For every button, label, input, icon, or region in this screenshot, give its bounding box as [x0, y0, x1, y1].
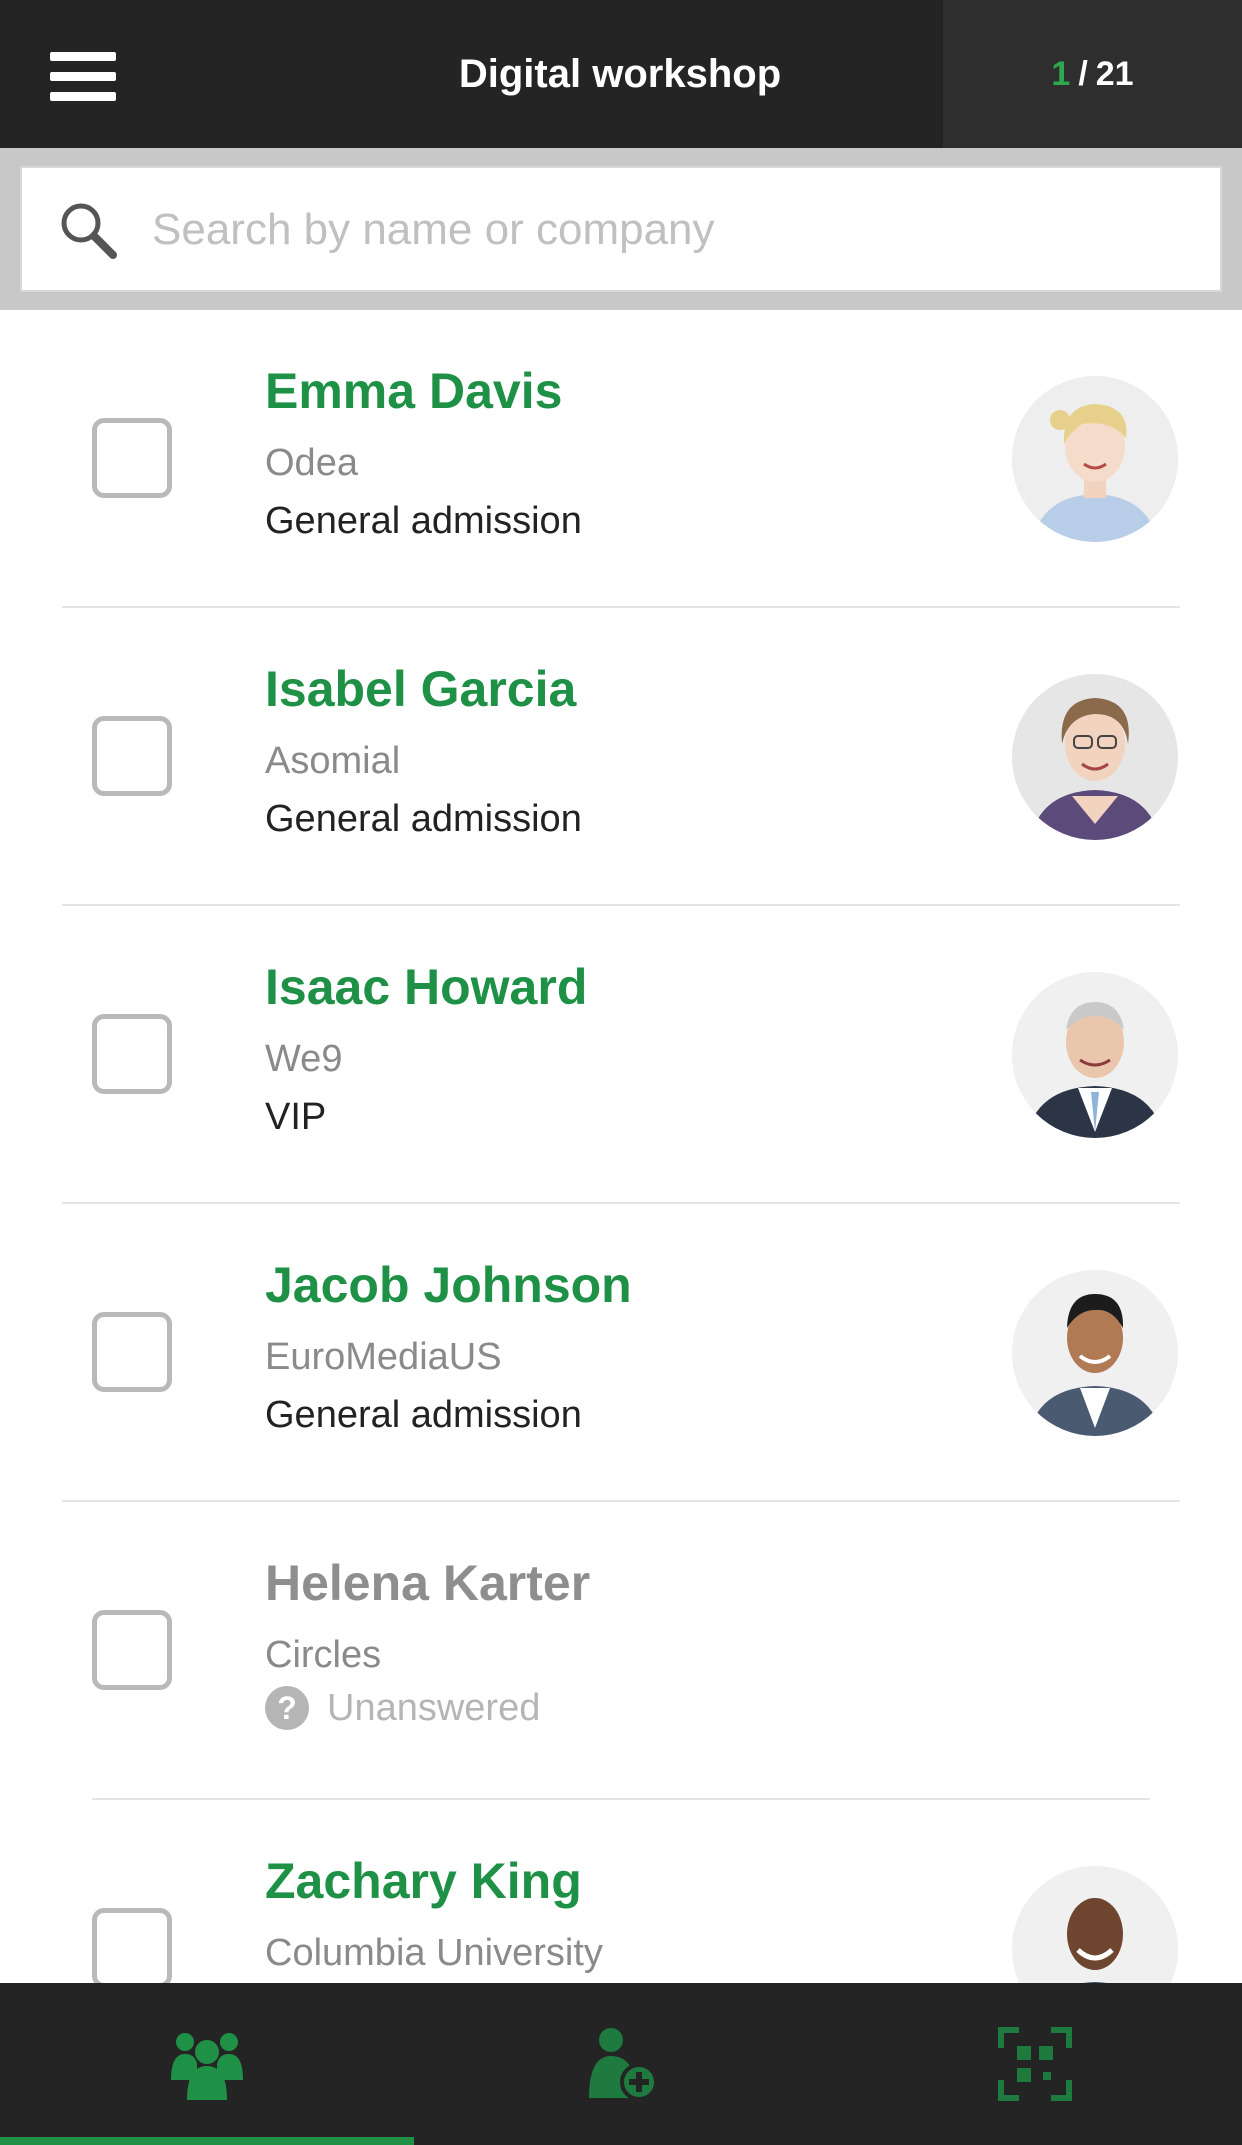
- checkin-checkbox[interactable]: [92, 1014, 172, 1094]
- counter-total: 21: [1095, 54, 1134, 93]
- checkin-checkbox[interactable]: [92, 1908, 172, 1983]
- nav-add-attendee[interactable]: [414, 1983, 828, 2145]
- woman-blonde-avatar: [1012, 376, 1178, 542]
- man-smiling-avatar: [1012, 1866, 1178, 1983]
- search-box: [20, 166, 1222, 292]
- counter-current: 1: [1051, 54, 1071, 93]
- attendee-ticket-type: General admission: [265, 500, 582, 542]
- top-bar: Digital workshop 1 / 21: [0, 0, 1242, 148]
- search-icon: [61, 203, 117, 259]
- woman-glasses-avatar: [1012, 674, 1178, 840]
- attendee-company: We9: [265, 1038, 343, 1080]
- attendee-row[interactable]: Jacob Johnson EuroMediaUS General admiss…: [0, 1204, 1242, 1502]
- search-bar: [0, 148, 1242, 310]
- man-gray-suit-avatar: [1012, 972, 1178, 1138]
- attendee-company: Columbia University: [265, 1932, 603, 1974]
- attendee-ticket-type: General admission: [265, 1394, 582, 1436]
- search-input[interactable]: [152, 190, 1192, 270]
- bottom-navigation: [0, 1983, 1242, 2145]
- attendee-ticket-type: VIP: [265, 1096, 327, 1138]
- attendee-company: Odea: [265, 442, 358, 484]
- checkin-checkbox[interactable]: [92, 1312, 172, 1392]
- attendee-company: EuroMediaUS: [265, 1336, 502, 1378]
- page-title: Digital workshop: [458, 52, 782, 96]
- attendee-ticket-status: ? Unanswered: [265, 1686, 540, 1730]
- attendee-name: Zachary King: [265, 1853, 582, 1909]
- attendees-icon: [171, 2033, 243, 2100]
- counter-separator: /: [1078, 54, 1088, 93]
- attendee-row[interactable]: Zachary King Columbia University: [0, 1800, 1242, 1983]
- checkin-checkbox[interactable]: [92, 716, 172, 796]
- attendee-company: Circles: [265, 1634, 382, 1676]
- question-circle-icon: ?: [265, 1686, 309, 1730]
- checkin-checkbox[interactable]: [92, 1610, 172, 1690]
- nav-attendees[interactable]: [0, 1983, 414, 2145]
- qr-scan-icon: [998, 2027, 1072, 2101]
- attendee-ticket-type: General admission: [265, 798, 582, 840]
- attendee-list: Emma Davis Odea General admission Isabel…: [0, 310, 1242, 1983]
- nav-scan[interactable]: [828, 1983, 1242, 2145]
- attendee-row[interactable]: Isabel Garcia Asomial General admission: [0, 608, 1242, 906]
- checkin-checkbox[interactable]: [92, 418, 172, 498]
- attendee-row[interactable]: Emma Davis Odea General admission: [0, 310, 1242, 608]
- checkin-counter[interactable]: 1 / 21: [943, 0, 1242, 148]
- attendee-name: Helena Karter: [265, 1555, 591, 1611]
- man-dark-suit-avatar: [1012, 1270, 1178, 1436]
- attendee-company: Asomial: [265, 740, 401, 782]
- ticket-status-label: Unanswered: [327, 1686, 541, 1729]
- attendee-name: Emma Davis: [265, 363, 563, 419]
- attendee-row[interactable]: Helena Karter Circles ? Unanswered: [0, 1502, 1242, 1800]
- attendee-name: Isaac Howard: [265, 959, 588, 1015]
- add-person-icon: [589, 2028, 658, 2101]
- attendee-name: Isabel Garcia: [265, 661, 577, 717]
- hamburger-menu-icon[interactable]: [50, 52, 116, 102]
- attendee-name: Jacob Johnson: [265, 1257, 632, 1313]
- attendee-row[interactable]: Isaac Howard We9 VIP: [0, 906, 1242, 1204]
